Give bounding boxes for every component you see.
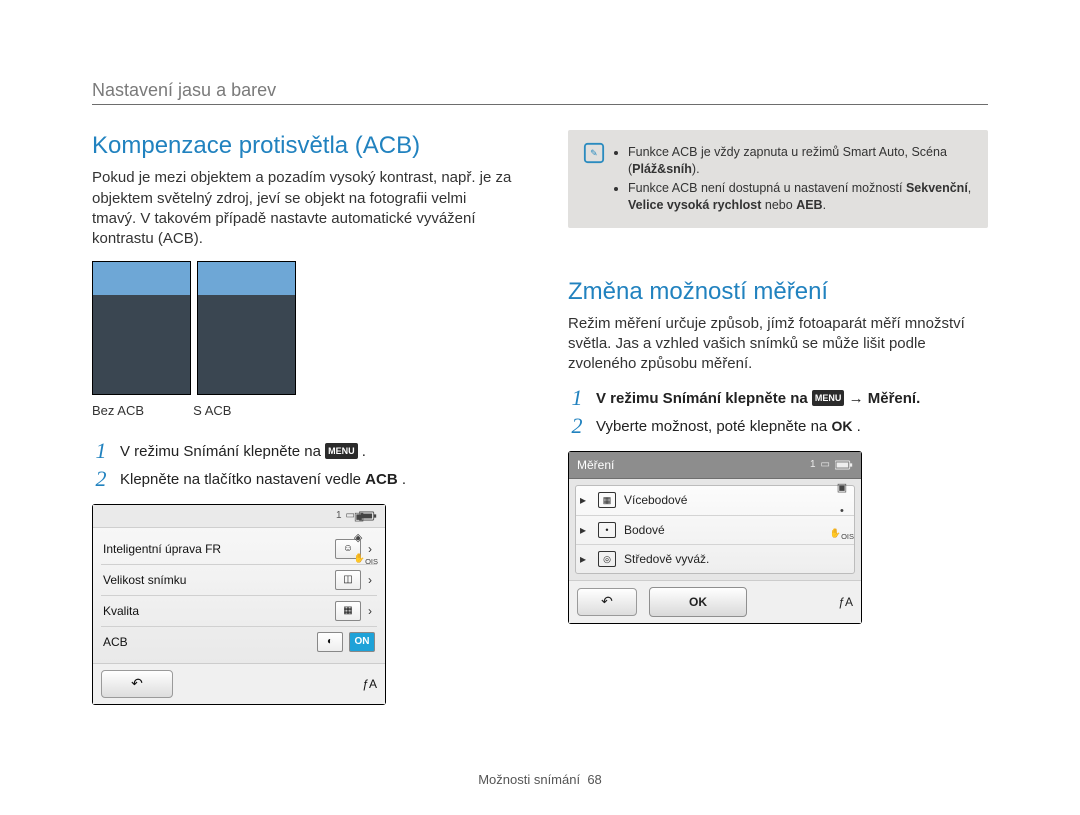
- divider: [92, 104, 988, 105]
- left-step-1: 1 V režimu Snímání klepněte na MENU .: [92, 440, 512, 462]
- multi-metering-icon: ▦: [598, 492, 616, 508]
- page-indicator: 1: [336, 509, 342, 523]
- ois-icon: ✋OIS: [354, 552, 378, 567]
- paragraph-acb: Pokud je mezi objektem a pozadím vysoký …: [92, 168, 512, 249]
- note-bold: Sekvenční: [906, 181, 968, 195]
- setting-label: Inteligentní úprava FR: [103, 541, 329, 557]
- acb-toggle-on[interactable]: ON: [349, 632, 375, 652]
- step2-text-post: .: [857, 418, 861, 435]
- acb-icon: ◐: [317, 632, 343, 652]
- step-number-1: 1: [92, 440, 110, 462]
- ok-button[interactable]: OK: [649, 587, 747, 617]
- step2-text-pre: Vyberte možnost, poté klepněte na: [596, 418, 831, 435]
- note-text: .: [823, 198, 826, 212]
- setting-icon: ◫: [335, 570, 361, 590]
- setting-row-quality[interactable]: Kvalita ▦ ›: [101, 596, 377, 627]
- option-label: Středově vyváž.: [624, 551, 709, 567]
- footer-page-number: 68: [587, 772, 601, 787]
- step1-text-pre: V režimu Snímání klepněte na: [120, 443, 325, 460]
- setting-row-acb[interactable]: ACB ◐ ON: [101, 627, 377, 657]
- footer-section: Možnosti snímání: [478, 772, 580, 787]
- single-shot-icon: ▣: [837, 481, 847, 496]
- note-text: Funkce ACB není dostupná u nastavení mož…: [628, 181, 906, 195]
- ok-icon: OK: [831, 418, 852, 434]
- right-step-2: 2 Vyberte možnost, poté klepněte na OK .: [568, 415, 988, 437]
- arrow-right-icon: →: [849, 390, 868, 407]
- ois-icon: ✋OIS: [830, 527, 854, 542]
- battery-icon: [835, 459, 853, 471]
- option-label: Bodové: [624, 522, 665, 538]
- left-step-2: 2 Klepněte na tlačítko nastavení vedle A…: [92, 468, 512, 490]
- setting-label: Velikost snímku: [103, 572, 329, 588]
- back-button[interactable]: ↶: [577, 588, 637, 616]
- chevron-right-icon: ›: [365, 603, 375, 619]
- setting-label: ACB: [103, 634, 311, 650]
- spot-metering-icon: •: [598, 522, 616, 538]
- menu-icon: MENU: [325, 443, 358, 459]
- step1-post: .: [916, 390, 920, 407]
- metering-option-multi[interactable]: ▸ ▦ Vícebodové: [576, 486, 854, 515]
- paragraph-metering: Režim měření určuje způsob, jímž fotoapa…: [568, 314, 988, 375]
- setting-icon: ▦: [335, 601, 361, 621]
- note-bold: AEB: [796, 198, 822, 212]
- photo-with-acb: [197, 261, 296, 395]
- step2-text-bold: ACB: [365, 471, 398, 488]
- step2-text-post: .: [402, 471, 406, 488]
- note-item-2: Funkce ACB není dostupná u nastavení mož…: [628, 180, 974, 214]
- photo-without-acb: [92, 261, 191, 395]
- camera-metering-panel: Měření 1 ▭ ▸ ▦ Vícebod: [568, 451, 862, 624]
- note-text: nebo: [761, 198, 796, 212]
- selection-indicator: ▸: [580, 522, 590, 538]
- note-bold: Velice vysoká rychlost: [628, 198, 761, 212]
- right-column: ✎ Funkce ACB je vždy zapnuta u režimů Sm…: [568, 130, 988, 705]
- note-text: ).: [692, 162, 700, 176]
- selection-indicator: ▸: [580, 551, 590, 567]
- page-footer: Možnosti snímání 68: [0, 771, 1080, 789]
- selection-indicator: ▸: [580, 492, 590, 508]
- setting-row-smart-fr[interactable]: Inteligentní úprava FR ☺ ›: [101, 534, 377, 565]
- metering-option-center[interactable]: ▸ ◎ Středově vyváž.: [576, 545, 854, 573]
- note-item-1: Funkce ACB je vždy zapnuta u režimů Smar…: [628, 144, 974, 178]
- metering-icon: ◈: [354, 531, 378, 546]
- step2-text-pre: Klepněte na tlačítko nastavení vedle: [120, 471, 365, 488]
- metering-option-spot[interactable]: ▸ • Bodové: [576, 516, 854, 545]
- note-bold: Pláž&sníh: [632, 162, 692, 176]
- svg-text:✎: ✎: [590, 148, 598, 158]
- step-number-2: 2: [92, 468, 110, 490]
- flash-indicator: ƒA: [362, 676, 377, 692]
- setting-row-image-size[interactable]: Velikost snímku ◫ ›: [101, 565, 377, 596]
- caption-without-acb: Bez ACB: [92, 402, 189, 420]
- option-label: Vícebodové: [624, 492, 687, 508]
- flash-indicator: ƒA: [838, 594, 853, 610]
- page-indicator: 1: [810, 458, 816, 472]
- left-column: Kompenzace protisvětla (ACB) Pokud je me…: [92, 130, 512, 705]
- step-number-1: 1: [568, 387, 586, 409]
- camera-settings-panel-left: . 1 ▭ Inteligentní úprava FR ☺ ›: [92, 504, 386, 705]
- back-button[interactable]: ↶: [101, 670, 173, 698]
- note-box: ✎ Funkce ACB je vždy zapnuta u režimů Sm…: [568, 130, 988, 228]
- caption-with-acb: S ACB: [193, 402, 290, 420]
- center-metering-icon: ◎: [598, 551, 616, 567]
- manual-page: Nastavení jasu a barev Kompenzace protis…: [0, 0, 1080, 815]
- breadcrumb: Nastavení jasu a barev: [92, 78, 276, 102]
- right-step-1: 1 V režimu Snímání klepněte na MENU → Mě…: [568, 387, 988, 409]
- step-number-2: 2: [568, 415, 586, 437]
- note-text: ,: [968, 181, 971, 195]
- panel-title: Měření: [577, 457, 614, 473]
- metering-icon: •: [840, 504, 844, 519]
- single-shot-icon: ▣: [354, 510, 378, 525]
- menu-icon: MENU: [812, 390, 845, 406]
- info-icon: ✎: [582, 142, 606, 164]
- step1-text-pre: V režimu Snímání klepněte na: [596, 390, 812, 407]
- example-photos: [92, 261, 512, 395]
- card-icon: ▭: [821, 458, 830, 472]
- step1-bold: Měření: [868, 390, 916, 407]
- setting-label: Kvalita: [103, 603, 329, 619]
- heading-metering: Změna možností měření: [568, 276, 988, 308]
- heading-acb: Kompenzace protisvětla (ACB): [92, 130, 512, 162]
- step1-text-post: .: [362, 443, 366, 460]
- chevron-right-icon: ›: [365, 572, 375, 588]
